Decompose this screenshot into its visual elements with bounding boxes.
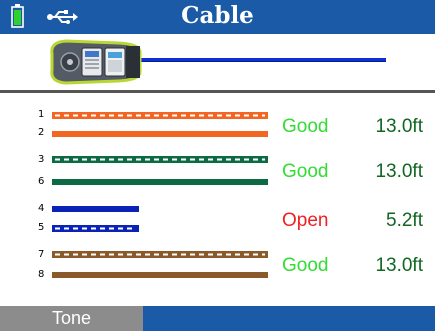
pair-status: Open — [282, 210, 329, 231]
pair-row-1-2: 1 2 Good 13.0ft — [0, 110, 435, 150]
pin-label: 7 — [38, 249, 45, 260]
pin-label: 1 — [38, 109, 45, 120]
pair-row-3-6: 3 6 Good 13.0ft — [0, 155, 435, 195]
pin-label: 3 — [38, 154, 45, 165]
wire-3 — [52, 156, 268, 163]
separator — [0, 90, 435, 93]
wire-2 — [52, 131, 268, 137]
pair-row-4-5: 4 5 Open 5.2ft — [0, 204, 435, 244]
wire-6 — [52, 179, 268, 185]
title-bar: Cable — [0, 0, 435, 34]
page-title: Cable — [181, 2, 254, 29]
pin-label: 2 — [38, 127, 45, 138]
device-panel — [0, 34, 435, 90]
pin-label: 5 — [38, 222, 45, 233]
wire-4 — [52, 206, 139, 212]
cable-tester-icon — [50, 39, 386, 85]
pin-label: 8 — [38, 269, 45, 280]
pair-length: 13.0ft — [375, 161, 423, 182]
wire-1 — [52, 112, 268, 119]
wire-7 — [52, 251, 268, 258]
pair-length: 5.2ft — [386, 210, 423, 231]
pair-length: 13.0ft — [375, 116, 423, 137]
pin-label: 4 — [38, 203, 45, 214]
softkey-bar: Tone — [0, 306, 435, 331]
wire-8 — [52, 272, 268, 278]
pin-label: 6 — [38, 176, 45, 187]
tone-button[interactable]: Tone — [0, 306, 143, 331]
pair-row-7-8: 7 8 Good 13.0ft — [0, 250, 435, 290]
pair-status: Good — [282, 116, 329, 137]
wire-5 — [52, 225, 139, 232]
pair-length: 13.0ft — [375, 255, 423, 276]
pair-status: Good — [282, 161, 329, 182]
pair-status: Good — [282, 255, 329, 276]
